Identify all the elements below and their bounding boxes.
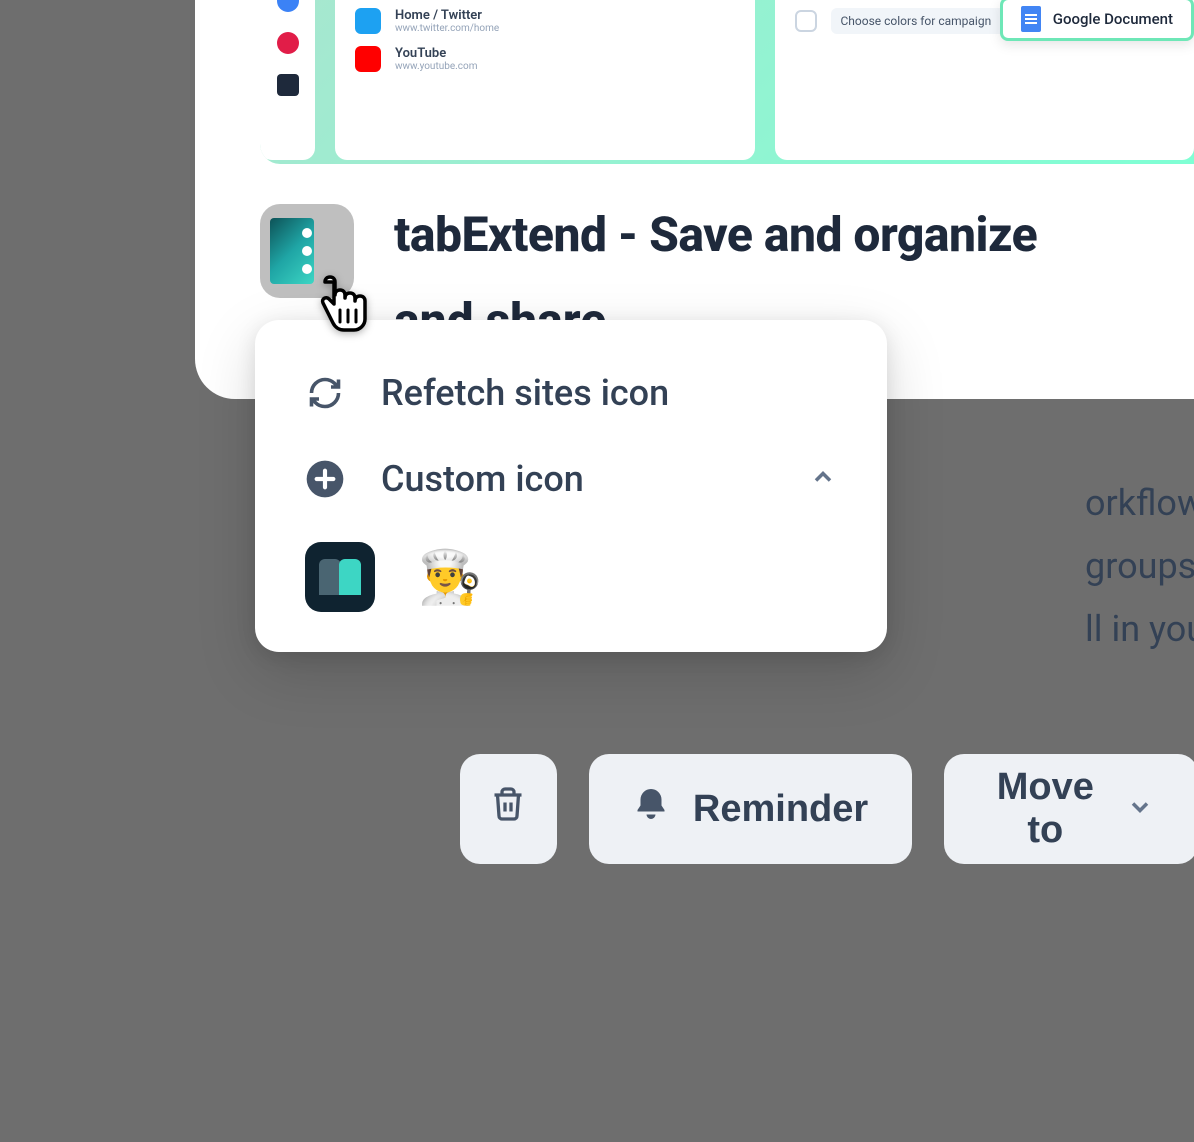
twitter-icon: [355, 8, 381, 34]
mock-site-item: YouTube www.youtube.com: [355, 46, 735, 72]
action-bar: Reminder Move to: [460, 754, 1194, 864]
description-line: ll in your new: [1085, 598, 1194, 661]
plus-circle-icon: [305, 459, 345, 499]
mock-sidebar-dot: [277, 0, 299, 12]
chevron-up-icon: [809, 463, 837, 495]
youtube-icon: [355, 46, 381, 72]
bell-icon: [633, 786, 669, 832]
refetch-icon-menu-item[interactable]: Refetch sites icon: [255, 350, 887, 436]
mock-site-item: Home / Twitter www.twitter.com/home: [355, 8, 735, 34]
google-doc-label: Google Document: [1053, 10, 1173, 28]
site-description: orkflow. Use o groups. Add ll in your ne…: [1085, 472, 1194, 661]
icon-option-emoji[interactable]: 👨‍🍳: [415, 542, 485, 612]
reminder-label: Reminder: [693, 788, 868, 831]
refetch-label: Refetch sites icon: [381, 372, 837, 414]
icon-context-menu: Refetch sites icon Custom icon 👨‍🍳: [255, 320, 887, 652]
mock-app-sidebar: [260, 0, 315, 160]
mock-sidebar-dot: [277, 32, 299, 54]
mock-item-sub: www.youtube.com: [395, 61, 478, 72]
mock-item-title: YouTube: [395, 46, 478, 61]
chevron-down-icon: [1126, 788, 1154, 831]
trash-icon: [490, 786, 526, 832]
icon-option-tabextend[interactable]: [305, 542, 375, 612]
icon-options-row: 👨‍🍳: [255, 522, 887, 622]
mock-item-title: Home / Twitter: [395, 8, 499, 23]
google-doc-icon: [1021, 6, 1041, 32]
custom-icon-label: Custom icon: [381, 458, 773, 500]
reminder-button[interactable]: Reminder: [589, 754, 912, 864]
tabextend-logo-icon: [319, 559, 361, 595]
description-line: groups. Add: [1085, 535, 1194, 598]
site-title: tabExtend - Save and organize: [394, 204, 1037, 266]
custom-icon-menu-item[interactable]: Custom icon: [255, 436, 887, 522]
refresh-icon: [305, 375, 345, 411]
mock-sidebar-dot: [277, 74, 299, 96]
move-to-button[interactable]: Move to: [944, 754, 1194, 864]
mock-sites-panel: Grammarly app.grammarly.com Home / Twitt…: [335, 0, 755, 160]
google-document-popup: Google Document: [1000, 0, 1194, 41]
description-line: orkflow. Use o: [1085, 472, 1194, 535]
checkbox-icon: [795, 10, 817, 32]
site-preview-thumbnail: Grammarly app.grammarly.com Home / Twitt…: [260, 0, 1194, 164]
more-vertical-icon: [302, 228, 312, 274]
mock-item-sub: www.twitter.com/home: [395, 23, 499, 34]
move-to-label: Move to: [988, 766, 1102, 852]
delete-button[interactable]: [460, 754, 557, 864]
cursor-pointer-icon: [316, 274, 374, 342]
chef-emoji-icon: 👨‍🍳: [418, 547, 483, 608]
